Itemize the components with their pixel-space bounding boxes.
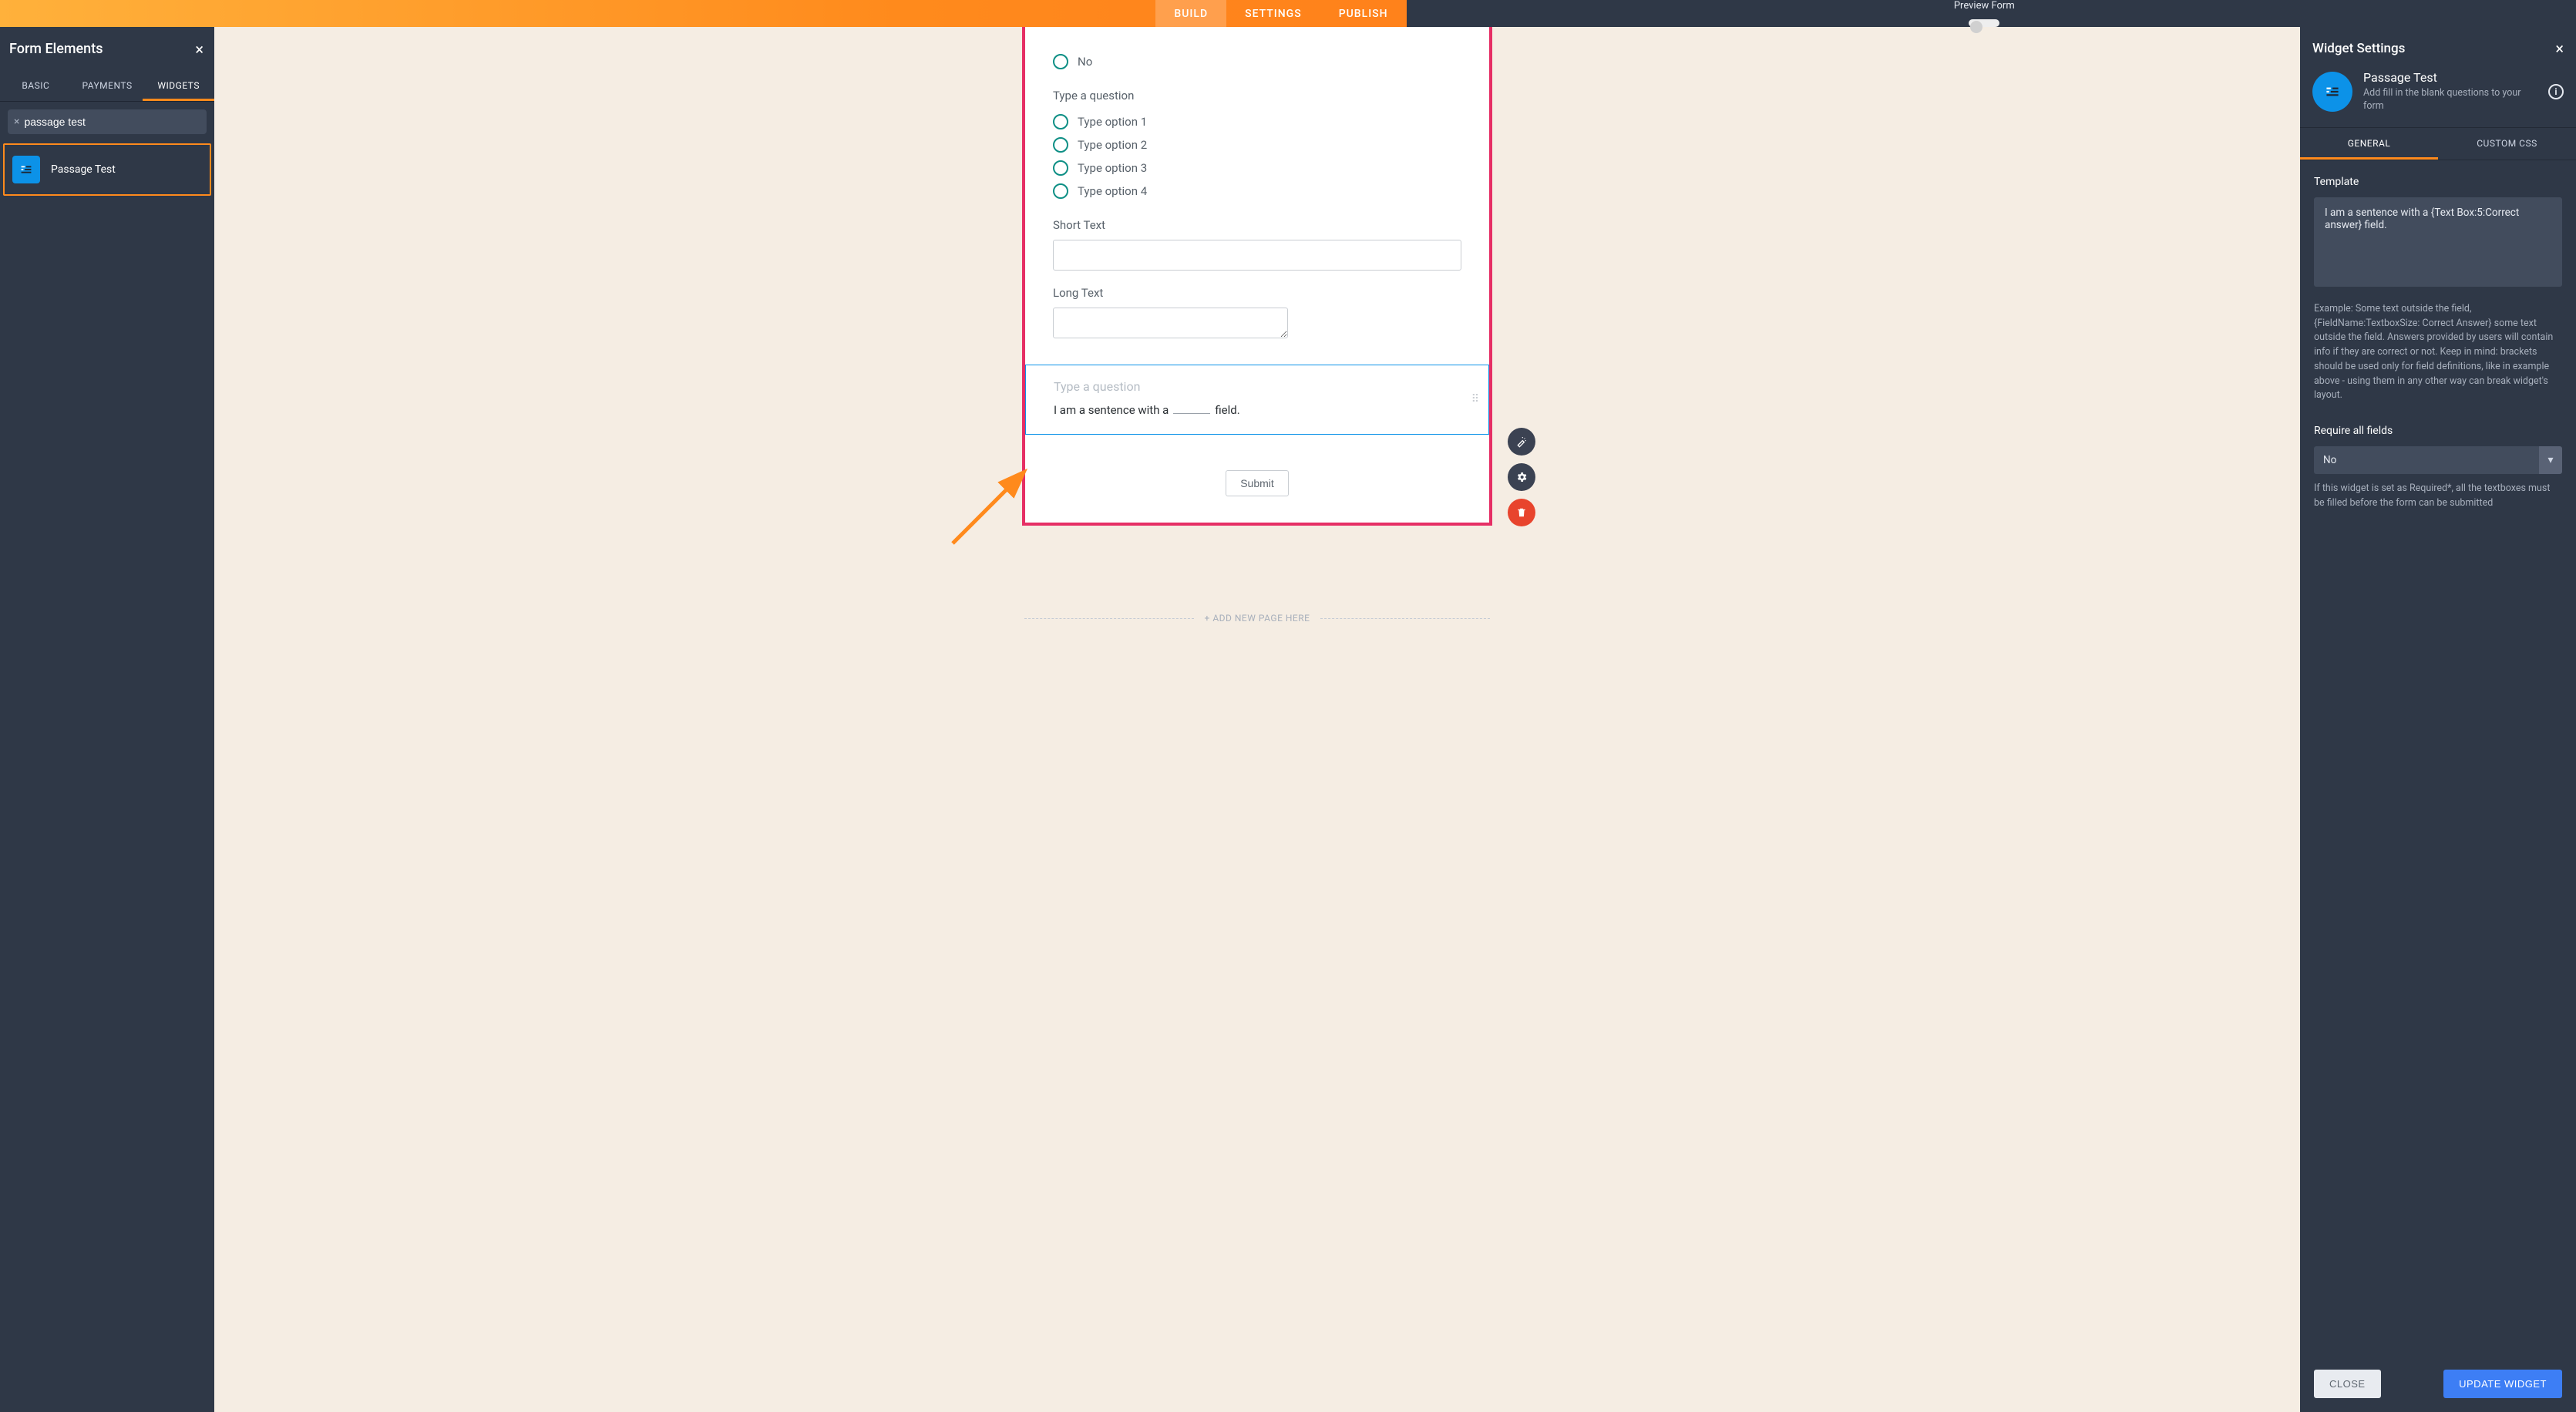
sentence-before: I am a sentence with a (1054, 403, 1169, 417)
template-textarea[interactable] (2314, 197, 2562, 287)
passage-sentence: I am a sentence with a field. (1054, 403, 1461, 417)
form-card: No Type a question Type option 1 Type op… (1022, 27, 1492, 526)
top-bar: BUILD SETTINGS PUBLISH Preview Form (0, 0, 2576, 27)
clear-search-icon[interactable]: × (14, 116, 19, 128)
widget-settings-title: Widget Settings (2312, 41, 2405, 56)
long-text-input[interactable] (1053, 308, 1288, 338)
preview-toggle[interactable] (1969, 19, 1999, 27)
template-help: Example: Some text outside the field, {F… (2314, 302, 2562, 403)
tab-payments[interactable]: PAYMENTS (72, 71, 143, 101)
question-label: Type a question (1053, 89, 1461, 103)
blank-field[interactable] (1173, 413, 1210, 414)
template-label: Template (2314, 176, 2562, 188)
add-page-row[interactable]: + ADD NEW PAGE HERE (214, 613, 2300, 624)
widget-settings-panel: Widget Settings × Passage Test Add fill … (2300, 27, 2576, 1412)
widget-result-label: Passage Test (51, 163, 116, 176)
widget-search[interactable]: × (8, 109, 207, 134)
submit-button[interactable]: Submit (1226, 470, 1289, 496)
chevron-down-icon: ▾ (2539, 446, 2562, 474)
search-input[interactable] (24, 116, 200, 128)
info-icon[interactable]: i (2548, 84, 2564, 99)
option-label: Type option 4 (1078, 184, 1147, 198)
passage-test-thumb-icon (12, 156, 40, 183)
form-elements-panel: Form Elements × BASIC PAYMENTS WIDGETS × (0, 27, 214, 1412)
form-elements-title: Form Elements (9, 41, 103, 57)
short-text-input[interactable] (1053, 240, 1461, 271)
option-label: Type option 2 (1078, 138, 1147, 152)
trash-icon[interactable] (1508, 499, 1535, 526)
field-tools (1508, 428, 1535, 526)
radio-icon (1053, 54, 1068, 69)
add-page-label: + ADD NEW PAGE HERE (1205, 613, 1310, 624)
wand-icon[interactable] (1508, 428, 1535, 456)
tab-custom-css[interactable]: CUSTOM CSS (2438, 128, 2576, 160)
widget-result-passage-test[interactable]: Passage Test (3, 143, 211, 196)
require-value: No (2314, 446, 2539, 474)
close-icon[interactable]: × (2555, 41, 2564, 56)
widget-title: Passage Test (2363, 70, 2525, 85)
question-placeholder: Type a question (1054, 379, 1461, 394)
radio-icon (1053, 160, 1068, 176)
tab-widgets[interactable]: WIDGETS (143, 71, 214, 101)
option-label: Type option 3 (1078, 161, 1147, 175)
require-label: Require all fields (2314, 425, 2562, 437)
tab-publish[interactable]: PUBLISH (1320, 0, 1407, 27)
close-button[interactable]: CLOSE (2314, 1370, 2381, 1398)
radio-icon (1053, 114, 1068, 129)
close-icon[interactable]: × (195, 42, 203, 57)
long-text-label: Long Text (1053, 286, 1461, 300)
option-label: Type option 1 (1078, 115, 1147, 129)
option-label: No (1078, 55, 1092, 69)
widget-subtitle: Add fill in the blank questions to your … (2363, 87, 2525, 113)
update-widget-button[interactable]: UPDATE WIDGET (2443, 1370, 2562, 1398)
form-canvas: No Type a question Type option 1 Type op… (214, 27, 2300, 1412)
gear-icon[interactable] (1508, 463, 1535, 491)
radio-option[interactable]: Type option 2 (1053, 133, 1461, 156)
passage-test-icon (2312, 72, 2352, 112)
passage-test-field[interactable]: Type a question I am a sentence with a f… (1025, 365, 1489, 435)
tab-general[interactable]: GENERAL (2300, 128, 2438, 160)
preview-form-label: Preview Form (1954, 0, 2015, 12)
short-text-label: Short Text (1053, 218, 1461, 232)
radio-option[interactable]: No (1053, 50, 1461, 73)
radio-icon (1053, 183, 1068, 199)
drag-handle-icon[interactable]: ⠿ (1471, 396, 1481, 404)
radio-option[interactable]: Type option 4 (1053, 180, 1461, 203)
radio-option[interactable]: Type option 1 (1053, 110, 1461, 133)
require-help: If this widget is set as Required*, all … (2314, 482, 2562, 511)
require-select[interactable]: No ▾ (2314, 446, 2562, 474)
tab-settings[interactable]: SETTINGS (1226, 0, 1320, 27)
radio-icon (1053, 137, 1068, 153)
radio-option[interactable]: Type option 3 (1053, 156, 1461, 180)
tab-build[interactable]: BUILD (1155, 0, 1226, 27)
tab-basic[interactable]: BASIC (0, 71, 72, 101)
sentence-after: field. (1215, 403, 1239, 417)
